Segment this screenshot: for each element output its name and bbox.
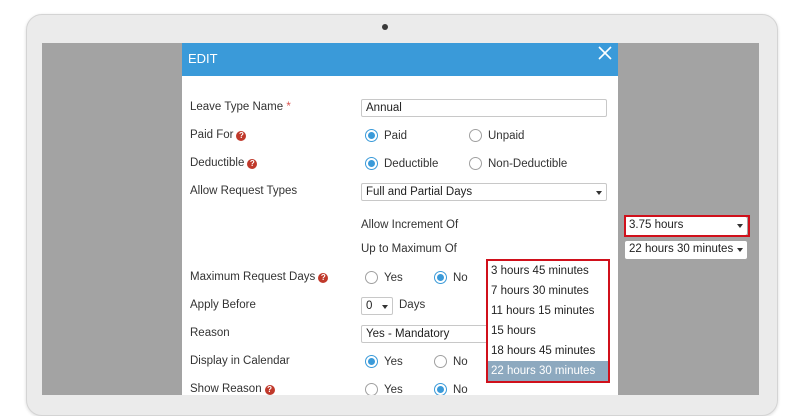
radio-selected-icon bbox=[434, 383, 447, 395]
apply-before-unit: Days bbox=[399, 299, 426, 311]
radio-unselected-icon bbox=[434, 355, 447, 368]
radio-max-days-no-label: No bbox=[453, 271, 468, 284]
radio-unpaid[interactable]: Unpaid bbox=[469, 129, 524, 142]
up-to-maximum-value: 22 hours 30 minutes bbox=[629, 243, 734, 255]
deductible-label: Deductible? bbox=[190, 157, 258, 169]
radio-calendar-yes-label: Yes bbox=[384, 355, 403, 368]
radio-calendar-no-label: No bbox=[453, 355, 468, 368]
show-reason-label: Show Reason? bbox=[190, 383, 275, 395]
radio-calendar-yes[interactable]: Yes bbox=[365, 355, 403, 368]
radio-unpaid-label: Unpaid bbox=[488, 129, 525, 142]
camera-icon bbox=[382, 24, 388, 30]
radio-paid-label: Paid bbox=[384, 129, 408, 142]
up-to-maximum-label: Up to Maximum Of bbox=[361, 243, 457, 255]
radio-paid[interactable]: Paid bbox=[365, 129, 407, 142]
allow-increment-highlight bbox=[624, 215, 750, 237]
radio-max-days-yes-label: Yes bbox=[384, 271, 403, 284]
dropdown-option[interactable]: 7 hours 30 minutes bbox=[488, 281, 608, 301]
radio-selected-icon bbox=[434, 271, 447, 284]
allow-request-types-label: Allow Request Types bbox=[190, 185, 298, 197]
help-icon[interactable]: ? bbox=[264, 385, 275, 395]
screen: EDIT Leave Type Name * Annual Paid For? … bbox=[42, 43, 759, 395]
paid-for-label-text: Paid For bbox=[190, 129, 234, 141]
reason-value: Yes - Mandatory bbox=[366, 328, 450, 340]
radio-non-deductible-label: Non-Deductible bbox=[488, 157, 568, 170]
apply-before-label: Apply Before bbox=[190, 299, 256, 311]
chevron-down-icon bbox=[382, 305, 388, 309]
radio-selected-icon bbox=[365, 157, 378, 170]
radio-deductible[interactable]: Deductible bbox=[365, 157, 438, 170]
maximum-request-days-label-text: Maximum Request Days bbox=[190, 271, 316, 283]
radio-max-days-yes[interactable]: Yes bbox=[365, 271, 403, 284]
close-icon[interactable] bbox=[598, 46, 612, 60]
leave-type-name-label: Leave Type Name * bbox=[190, 101, 291, 113]
leave-type-name-input[interactable]: Annual bbox=[361, 99, 607, 117]
up-to-maximum-select[interactable]: 22 hours 30 minutes bbox=[625, 241, 747, 259]
radio-unselected-icon bbox=[469, 129, 482, 142]
radio-deductible-label: Deductible bbox=[384, 157, 439, 170]
dropdown-option[interactable]: 18 hours 45 minutes bbox=[488, 341, 608, 361]
apply-before-select[interactable]: 0 bbox=[361, 297, 393, 315]
radio-calendar-no[interactable]: No bbox=[434, 355, 468, 368]
radio-max-days-no[interactable]: No bbox=[434, 271, 468, 284]
help-icon[interactable]: ? bbox=[247, 159, 258, 169]
leave-type-name-label-text: Leave Type Name bbox=[190, 101, 284, 113]
required-mark: * bbox=[286, 101, 291, 113]
radio-show-reason-no[interactable]: No bbox=[434, 383, 468, 395]
up-to-maximum-dropdown: 3 hours 45 minutes 7 hours 30 minutes 11… bbox=[486, 259, 610, 383]
allow-request-types-select[interactable]: Full and Partial Days bbox=[361, 183, 607, 201]
dropdown-option[interactable]: 15 hours bbox=[488, 321, 608, 341]
chevron-down-icon bbox=[737, 248, 743, 252]
paid-for-label: Paid For? bbox=[190, 129, 247, 141]
radio-non-deductible[interactable]: Non-Deductible bbox=[469, 157, 567, 170]
modal-header: EDIT bbox=[182, 43, 618, 76]
chevron-down-icon bbox=[596, 191, 602, 195]
modal-title: EDIT bbox=[188, 51, 218, 66]
radio-selected-icon bbox=[365, 129, 378, 142]
apply-before-value: 0 bbox=[366, 300, 373, 312]
reason-label: Reason bbox=[190, 327, 230, 339]
dropdown-option[interactable]: 3 hours 45 minutes bbox=[488, 261, 608, 281]
deductible-label-text: Deductible bbox=[190, 157, 245, 169]
show-reason-label-text: Show Reason bbox=[190, 383, 262, 395]
dropdown-option[interactable]: 11 hours 15 minutes bbox=[488, 301, 608, 321]
allow-request-types-value: Full and Partial Days bbox=[366, 186, 473, 198]
radio-show-reason-no-label: No bbox=[453, 383, 468, 396]
maximum-request-days-label: Maximum Request Days? bbox=[190, 271, 329, 283]
radio-unselected-icon bbox=[469, 157, 482, 170]
allow-increment-label: Allow Increment Of bbox=[361, 219, 459, 231]
radio-selected-icon bbox=[365, 355, 378, 368]
display-in-calendar-label: Display in Calendar bbox=[190, 355, 290, 367]
radio-show-reason-yes-label: Yes bbox=[384, 383, 403, 396]
dropdown-option-selected[interactable]: 22 hours 30 minutes bbox=[488, 361, 608, 381]
radio-unselected-icon bbox=[365, 383, 378, 395]
radio-unselected-icon bbox=[365, 271, 378, 284]
radio-show-reason-yes[interactable]: Yes bbox=[365, 383, 403, 395]
help-icon[interactable]: ? bbox=[318, 273, 329, 283]
help-icon[interactable]: ? bbox=[236, 131, 247, 141]
